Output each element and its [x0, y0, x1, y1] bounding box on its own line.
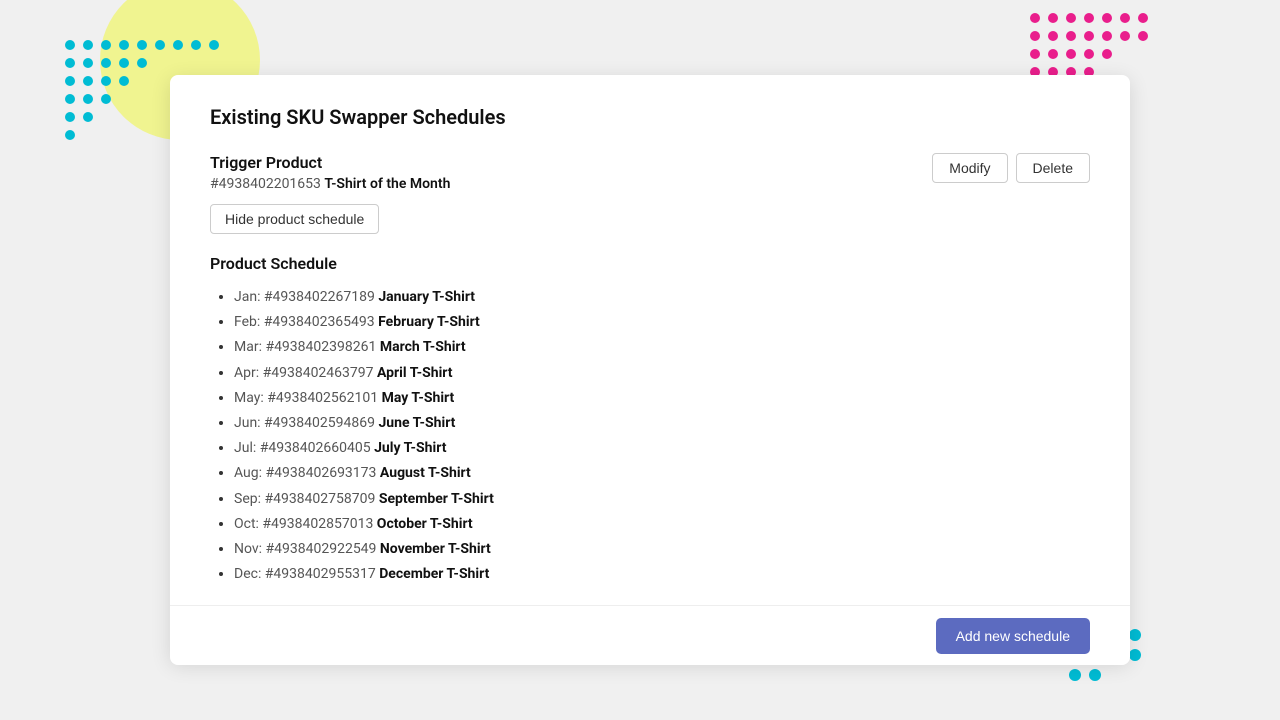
- schedule-list-item: Nov: #4938402922549 November T-Shirt: [234, 537, 1090, 562]
- schedule-product-name: October T-Shirt: [377, 516, 473, 532]
- schedule-list-item: Jan: #4938402267189 January T-Shirt: [234, 285, 1090, 310]
- schedule-month: Aug: #4938402693173: [234, 465, 376, 481]
- schedule-list-item: Feb: #4938402365493 February T-Shirt: [234, 310, 1090, 335]
- schedule-title: Product Schedule: [210, 254, 1090, 273]
- schedule-list-item: Jul: #4938402660405 July T-Shirt: [234, 436, 1090, 461]
- trigger-label: Trigger Product: [210, 153, 450, 172]
- action-buttons: Modify Delete: [932, 153, 1090, 183]
- schedule-month: Oct: #4938402857013: [234, 516, 373, 532]
- schedule-product-name: March T-Shirt: [380, 339, 466, 355]
- schedule-list-item: Dec: #4938402955317 December T-Shirt: [234, 562, 1090, 587]
- schedule-product-name: July T-Shirt: [374, 440, 446, 456]
- add-schedule-button[interactable]: Add new schedule: [936, 618, 1090, 654]
- schedule-list: Jan: #4938402267189 January T-ShirtFeb: …: [210, 285, 1090, 587]
- schedule-month: Sep: #4938402758709: [234, 491, 375, 507]
- schedule-product-name: August T-Shirt: [380, 465, 471, 481]
- main-card: Existing SKU Swapper Schedules Trigger P…: [170, 75, 1130, 662]
- modify-button[interactable]: Modify: [932, 153, 1007, 183]
- schedule-section: Product Schedule Jan: #4938402267189 Jan…: [210, 254, 1090, 587]
- trigger-product-line: #4938402201653 T-Shirt of the Month: [210, 176, 450, 192]
- schedule-product-name: September T-Shirt: [379, 491, 494, 507]
- trigger-product-name: T-Shirt of the Month: [324, 176, 450, 192]
- schedule-month: Dec: #4938402955317: [234, 566, 376, 582]
- trigger-header: Trigger Product #4938402201653 T-Shirt o…: [210, 153, 1090, 234]
- schedule-list-item: May: #4938402562101 May T-Shirt: [234, 386, 1090, 411]
- schedule-month: Mar: #4938402398261: [234, 339, 376, 355]
- trigger-sku: #4938402201653: [210, 176, 321, 192]
- schedule-list-item: Mar: #4938402398261 March T-Shirt: [234, 335, 1090, 360]
- schedule-product-name: December T-Shirt: [379, 566, 489, 582]
- schedule-month: May: #4938402562101: [234, 390, 378, 406]
- schedule-product-name: May T-Shirt: [382, 390, 455, 406]
- schedule-product-name: February T-Shirt: [378, 314, 480, 330]
- schedule-month: Apr: #4938402463797: [234, 365, 374, 381]
- card-footer: Add new schedule: [170, 605, 1130, 665]
- schedule-month: Feb: #4938402365493: [234, 314, 375, 330]
- page-title: Existing SKU Swapper Schedules: [210, 105, 1090, 129]
- schedule-list-item: Jun: #4938402594869 June T-Shirt: [234, 411, 1090, 436]
- trigger-info: Trigger Product #4938402201653 T-Shirt o…: [210, 153, 450, 234]
- schedule-list-item: Oct: #4938402857013 October T-Shirt: [234, 512, 1090, 537]
- schedule-list-item: Aug: #4938402693173 August T-Shirt: [234, 461, 1090, 486]
- delete-button[interactable]: Delete: [1016, 153, 1090, 183]
- schedule-product-name: January T-Shirt: [378, 289, 475, 305]
- schedule-month: Jan: #4938402267189: [234, 289, 375, 305]
- schedule-product-name: April T-Shirt: [377, 365, 453, 381]
- schedule-product-name: November T-Shirt: [380, 541, 491, 557]
- schedule-list-item: Apr: #4938402463797 April T-Shirt: [234, 361, 1090, 386]
- schedule-month: Nov: #4938402922549: [234, 541, 376, 557]
- hide-schedule-button[interactable]: Hide product schedule: [210, 204, 379, 234]
- schedule-month: Jul: #4938402660405: [234, 440, 371, 456]
- schedule-month: Jun: #4938402594869: [234, 415, 375, 431]
- schedule-list-item: Sep: #4938402758709 September T-Shirt: [234, 487, 1090, 512]
- schedule-product-name: June T-Shirt: [378, 415, 455, 431]
- trigger-section: Trigger Product #4938402201653 T-Shirt o…: [210, 153, 1090, 234]
